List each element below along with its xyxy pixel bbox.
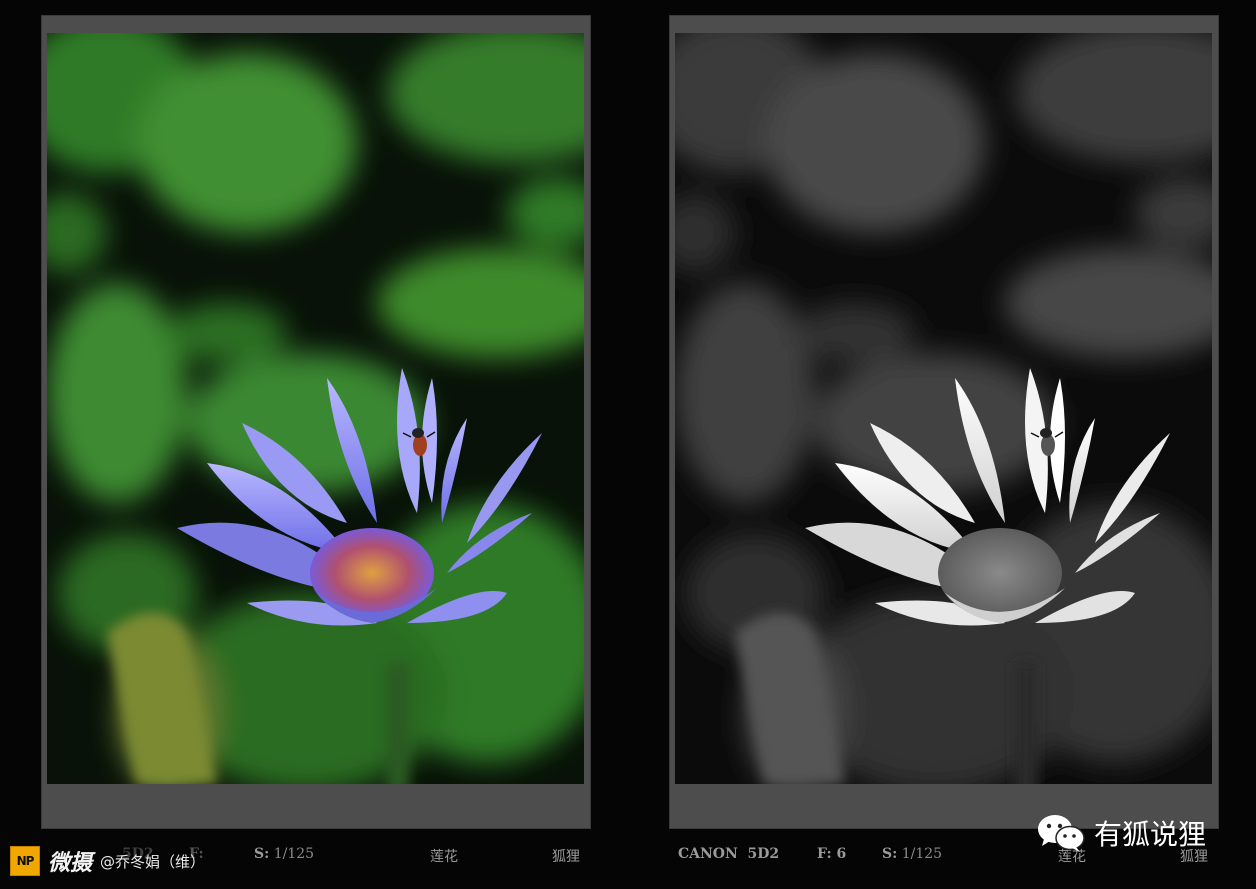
left-shutter-value: 1/125: [273, 846, 315, 862]
weibo-user-handle: @乔冬娟（维）: [100, 852, 206, 871]
left-caption-title: 莲花: [430, 849, 458, 865]
color-lotus-photo: [47, 33, 584, 784]
weibo-platform-label: 微摄: [48, 851, 93, 876]
right-shutter-label: S:: [882, 846, 898, 862]
left-shutter-label: S:: [254, 846, 270, 862]
bw-lotus-photo: [675, 33, 1212, 784]
wechat-account-name: 有狐说狸: [1094, 818, 1207, 851]
bw-photo-frame: [669, 15, 1219, 829]
right-shutter-value: 1/125: [901, 846, 943, 862]
wechat-icon: [1038, 815, 1085, 852]
left-caption-author: 狐狸: [552, 849, 580, 865]
weibo-watermark: NP 微摄 @乔冬娟（维）: [10, 846, 205, 876]
np-logo: NP: [10, 846, 40, 876]
right-caption-aperture: F: 6: [817, 846, 847, 862]
color-photo-frame: [41, 15, 591, 829]
right-caption-camera: CANON 5D2: [678, 846, 780, 862]
right-caption-shutter: S: 1/125: [882, 846, 942, 868]
wechat-watermark: 有狐说狸: [1036, 810, 1206, 856]
left-caption-shutter: S: 1/125: [254, 846, 314, 868]
